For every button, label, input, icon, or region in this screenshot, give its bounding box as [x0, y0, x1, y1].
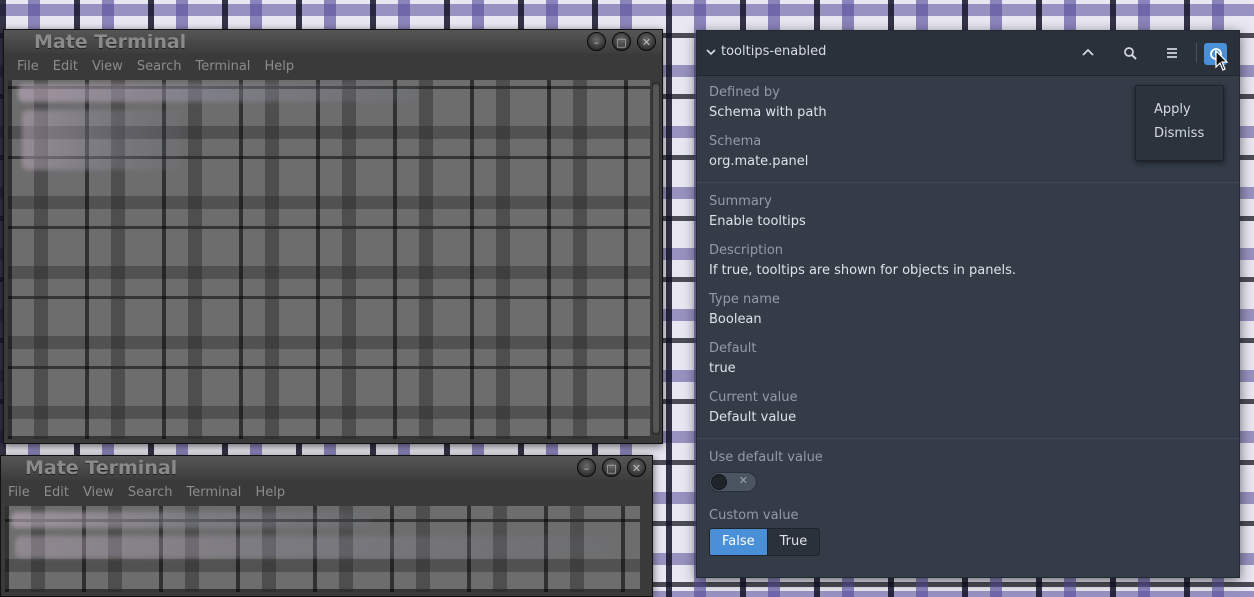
description-value: If true, tooltips are shown for objects …	[709, 263, 1017, 278]
terminal-menubar: File Edit View Search Terminal Help	[1, 480, 652, 504]
menu-edit[interactable]: Edit	[46, 59, 85, 74]
blurred-text	[15, 536, 615, 558]
key-header: tooltips-enabled	[697, 31, 1239, 76]
hamburger-menu-icon[interactable]	[1160, 41, 1184, 65]
description-field: Description If true, tooltips are shown …	[709, 243, 1016, 278]
menu-help[interactable]: Help	[257, 59, 301, 74]
terminal-titlebar[interactable]: Mate Terminal – □ ✕	[1, 456, 652, 480]
terminal-titlebar[interactable]: Mate Terminal – □ ✕	[4, 30, 662, 54]
terminal-window-bottom[interactable]: Mate Terminal – □ ✕ File Edit View Searc…	[0, 455, 653, 597]
divider	[697, 438, 1239, 439]
terminal-menubar: File Edit View Search Terminal Help	[4, 54, 662, 78]
use-default-field: Use default value	[709, 450, 823, 465]
menu-view[interactable]: View	[76, 485, 121, 500]
current-value-label: Current value	[709, 390, 798, 405]
schema-field: Schema org.mate.panel	[709, 134, 808, 169]
menu-search[interactable]: Search	[121, 485, 180, 500]
current-value-field: Current value Default value	[709, 390, 797, 425]
custom-value-selector: False True	[709, 528, 821, 556]
key-name: tooltips-enabled	[721, 44, 827, 59]
minimize-icon[interactable]: –	[587, 32, 606, 51]
menu-view[interactable]: View	[85, 59, 130, 74]
menu-file[interactable]: File	[1, 485, 37, 500]
menu-search[interactable]: Search	[130, 59, 189, 74]
default-value: true	[709, 361, 736, 376]
menu-terminal[interactable]: Terminal	[188, 59, 257, 74]
terminal-window-top[interactable]: Mate Terminal – □ ✕ File Edit View Searc…	[3, 29, 663, 444]
search-icon[interactable]	[1118, 41, 1142, 65]
dismiss-menu-item[interactable]: Dismiss	[1154, 126, 1204, 141]
custom-value-field: Custom value	[709, 508, 798, 523]
summary-label: Summary	[709, 194, 772, 209]
maximize-icon[interactable]: □	[612, 32, 631, 51]
summary-value: Enable tooltips	[709, 214, 806, 229]
false-option-button[interactable]: False	[710, 529, 767, 555]
type-name-label: Type name	[709, 292, 780, 307]
terminal-scrollbar[interactable]	[652, 82, 660, 435]
terminal-output[interactable]	[8, 80, 650, 439]
description-label: Description	[709, 243, 784, 258]
use-default-toggle[interactable]: ✕	[709, 472, 757, 492]
terminal-output[interactable]	[5, 506, 640, 592]
toggle-off-icon: ✕	[738, 474, 748, 487]
blurred-text	[11, 512, 371, 528]
blurred-text	[22, 110, 182, 170]
divider	[697, 182, 1239, 183]
menu-help[interactable]: Help	[248, 485, 292, 500]
defined-by-value: Schema with path	[709, 105, 827, 120]
menu-edit[interactable]: Edit	[37, 485, 76, 500]
schema-value: org.mate.panel	[709, 154, 809, 169]
key-title[interactable]: tooltips-enabled	[706, 44, 826, 59]
chevron-up-icon[interactable]	[1076, 41, 1100, 65]
apply-popover: Apply Dismiss	[1135, 85, 1224, 161]
menu-file[interactable]: File	[10, 59, 46, 74]
maximize-icon[interactable]: □	[602, 458, 621, 477]
mouse-cursor-icon	[1215, 50, 1229, 71]
close-icon[interactable]: ✕	[627, 458, 646, 477]
blurred-text	[18, 84, 418, 102]
terminal-title: Mate Terminal	[34, 31, 187, 53]
use-default-label: Use default value	[709, 450, 823, 465]
terminal-title: Mate Terminal	[25, 457, 178, 479]
defined-by-label: Defined by	[709, 85, 780, 100]
menu-terminal[interactable]: Terminal	[179, 485, 248, 500]
chevron-down-icon	[706, 48, 716, 55]
type-name-field: Type name Boolean	[709, 292, 780, 327]
type-name-value: Boolean	[709, 312, 762, 327]
default-label: Default	[709, 341, 757, 356]
custom-value-label: Custom value	[709, 508, 799, 523]
summary-field: Summary Enable tooltips	[709, 194, 806, 229]
defined-by-field: Defined by Schema with path	[709, 85, 827, 120]
close-icon[interactable]: ✕	[637, 32, 656, 51]
schema-label: Schema	[709, 134, 762, 149]
current-value-value: Default value	[709, 410, 797, 425]
apply-menu-item[interactable]: Apply	[1154, 102, 1191, 117]
default-field: Default true	[709, 341, 757, 376]
true-option-button[interactable]: True	[766, 529, 820, 555]
minimize-icon[interactable]: –	[577, 458, 596, 477]
